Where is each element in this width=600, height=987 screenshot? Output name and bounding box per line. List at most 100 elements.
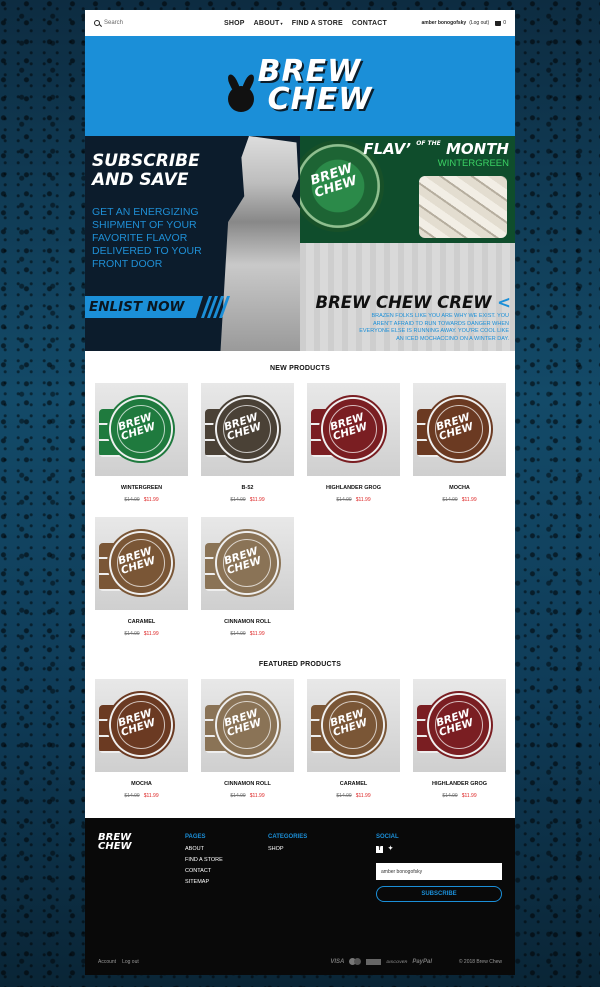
product-name[interactable]: HIGHLANDER GROG <box>413 781 506 787</box>
footer-link-contact[interactable]: CONTACT <box>185 868 223 874</box>
search-input[interactable]: Search <box>104 20 123 26</box>
product-image[interactable]: BREW CHEW <box>201 383 294 476</box>
product-image[interactable]: BREW CHEW <box>307 679 400 772</box>
footer-account-link[interactable]: Account <box>98 959 116 965</box>
promo-section: SUBSCRIBE AND SAVE GET AN ENERGIZING SHI… <box>85 136 515 351</box>
flav-sup: OF THE <box>416 140 441 147</box>
twitter-icon[interactable]: ✦ <box>387 846 394 853</box>
product-tin-image: BREW CHEW <box>107 529 175 597</box>
pouches-image <box>419 176 507 238</box>
product-price: $14.99 $11.99 <box>307 497 400 503</box>
footer-logout-link[interactable]: Log out <box>122 959 139 965</box>
product-card[interactable]: BREW CHEW CARAMEL $14.99 $11.99 <box>95 517 188 637</box>
product-name[interactable]: CARAMEL <box>95 619 188 625</box>
page: Search SHOP ABOUT▾ FIND A STORE CONTACT … <box>85 10 515 975</box>
search-box[interactable]: Search <box>94 20 224 26</box>
product-old-price: $14.99 <box>230 497 246 503</box>
product-price: $14.99 $11.99 <box>95 497 188 503</box>
flavor-of-month-promo[interactable]: BREW CHEW FLAV’ OF THE MONTH WINTERGREEN <box>300 136 515 243</box>
footer-pages: PAGES ABOUT FIND A STORE CONTACT SITEMAP <box>185 834 223 890</box>
discover-icon: DISCOVER <box>386 959 408 964</box>
nav-contact[interactable]: CONTACT <box>352 20 387 27</box>
top-bar: Search SHOP ABOUT▾ FIND A STORE CONTACT … <box>85 10 515 36</box>
footer-link-shop[interactable]: SHOP <box>268 846 307 852</box>
product-card[interactable]: BREW CHEW CARAMEL $14.99 $11.99 <box>307 679 400 799</box>
product-tin-image: BREW CHEW <box>213 529 281 597</box>
subscribe-promo[interactable]: SUBSCRIBE AND SAVE GET AN ENERGIZING SHI… <box>85 136 300 351</box>
footer-social-title: SOCIAL <box>376 834 399 840</box>
user-name[interactable]: amber bonogofsky <box>421 20 466 26</box>
paypal-icon: PayPal <box>412 958 432 965</box>
nav-find-a-store[interactable]: FIND A STORE <box>292 20 343 27</box>
product-price: $14.99 $11.99 <box>95 631 188 637</box>
product-tin-image: BREW CHEW <box>107 691 175 759</box>
product-old-price: $14.99 <box>336 497 352 503</box>
product-card[interactable]: BREW CHEW B-52 $14.99 $11.99 <box>201 383 294 503</box>
search-icon[interactable] <box>94 20 100 26</box>
product-image[interactable]: BREW CHEW <box>307 383 400 476</box>
footer-categories-title: CATEGORIES <box>268 834 308 840</box>
product-price: $14.99 $11.99 <box>201 793 294 799</box>
newsletter-email-field[interactable]: amber bonogofsky <box>376 863 502 880</box>
flavor-name: WINTERGREEN <box>437 158 509 169</box>
footer: BREW CHEW PAGES ABOUT FIND A STORE CONTA… <box>85 818 515 975</box>
product-card[interactable]: BREW CHEW CINNAMON ROLL $14.99 $11.99 <box>201 679 294 799</box>
enlist-now-button[interactable]: ENLIST NOW <box>85 296 203 318</box>
crew-promo[interactable]: BREW CHEW CREW < BRAZEN FOLKS LIKE YOU A… <box>300 243 515 351</box>
rabbit-mascot-icon <box>227 86 254 112</box>
product-image[interactable]: BREW CHEW <box>413 383 506 476</box>
footer-bottom: Account Log out VISA DISCOVER PayPal <box>98 958 502 965</box>
subscribe-button[interactable]: SUBSCRIBE <box>376 886 502 902</box>
product-name[interactable]: CINNAMON ROLL <box>201 619 294 625</box>
facebook-icon[interactable]: f <box>376 846 383 853</box>
user-area: amber bonogofsky (Log out) 0 <box>421 20 506 26</box>
product-name[interactable]: CINNAMON ROLL <box>201 781 294 787</box>
product-image[interactable]: BREW CHEW <box>201 517 294 610</box>
footer-logo[interactable]: BREW CHEW <box>98 833 132 852</box>
cart-icon <box>495 20 502 26</box>
nav-shop[interactable]: SHOP <box>224 20 245 27</box>
footer-link-about[interactable]: ABOUT <box>185 846 223 852</box>
footer-link-find-a-store[interactable]: FIND A STORE <box>185 857 223 863</box>
product-price: $14.99 $11.99 <box>201 631 294 637</box>
subscribe-title-line-2: AND SAVE <box>92 170 189 190</box>
product-tin-image: BREW CHEW <box>213 395 281 463</box>
product-sale-price: $11.99 <box>143 793 159 799</box>
amex-icon <box>366 958 382 965</box>
product-tin-label: BREW CHEW <box>435 707 475 739</box>
product-card[interactable]: BREW CHEW HIGHLANDER GROG $14.99 $11.99 <box>307 383 400 503</box>
product-old-price: $14.99 <box>442 793 458 799</box>
product-tin-image: BREW CHEW <box>425 691 493 759</box>
product-image[interactable]: BREW CHEW <box>95 679 188 772</box>
cart-link[interactable]: 0 <box>495 20 506 26</box>
product-tin-label: BREW CHEW <box>117 707 157 739</box>
footer-link-sitemap[interactable]: SITEMAP <box>185 879 223 885</box>
product-sale-price: $11.99 <box>249 631 265 637</box>
featured-products-title: FEATURED PRODUCTS <box>258 661 342 668</box>
subscribe-title: SUBSCRIBE AND SAVE <box>92 152 200 190</box>
nav-about[interactable]: ABOUT▾ <box>254 20 283 27</box>
product-card[interactable]: BREW CHEW CINNAMON ROLL $14.99 $11.99 <box>201 517 294 637</box>
product-image[interactable]: BREW CHEW <box>95 517 188 610</box>
product-sale-price: $11.99 <box>143 497 159 503</box>
product-name[interactable]: MOCHA <box>413 485 506 491</box>
logout-link[interactable]: (Log out) <box>469 20 489 26</box>
brand-logo[interactable]: BREW CHEW <box>227 57 373 115</box>
promo-right-column: BREW CHEW FLAV’ OF THE MONTH WINTERGREEN… <box>300 136 515 351</box>
product-image[interactable]: BREW CHEW <box>413 679 506 772</box>
flav-month: MONTH <box>445 140 509 158</box>
product-name[interactable]: MOCHA <box>95 781 188 787</box>
product-image[interactable]: BREW CHEW <box>201 679 294 772</box>
product-old-price: $14.99 <box>230 793 246 799</box>
mastercard-icon <box>349 958 362 965</box>
product-name[interactable]: B-52 <box>201 485 294 491</box>
product-card[interactable]: BREW CHEW MOCHA $14.99 $11.99 <box>413 383 506 503</box>
subscribe-description: GET AN ENERGIZING SHIPMENT OF YOUR FAVOR… <box>92 206 202 270</box>
product-name[interactable]: HIGHLANDER GROG <box>307 485 400 491</box>
product-card[interactable]: BREW CHEW MOCHA $14.99 $11.99 <box>95 679 188 799</box>
product-image[interactable]: BREW CHEW <box>95 383 188 476</box>
product-name[interactable]: WINTERGREEN <box>95 485 188 491</box>
product-name[interactable]: CARAMEL <box>307 781 400 787</box>
product-card[interactable]: BREW CHEW HIGHLANDER GROG $14.99 $11.99 <box>413 679 506 799</box>
product-card[interactable]: BREW CHEW WINTERGREEN $14.99 $11.99 <box>95 383 188 503</box>
